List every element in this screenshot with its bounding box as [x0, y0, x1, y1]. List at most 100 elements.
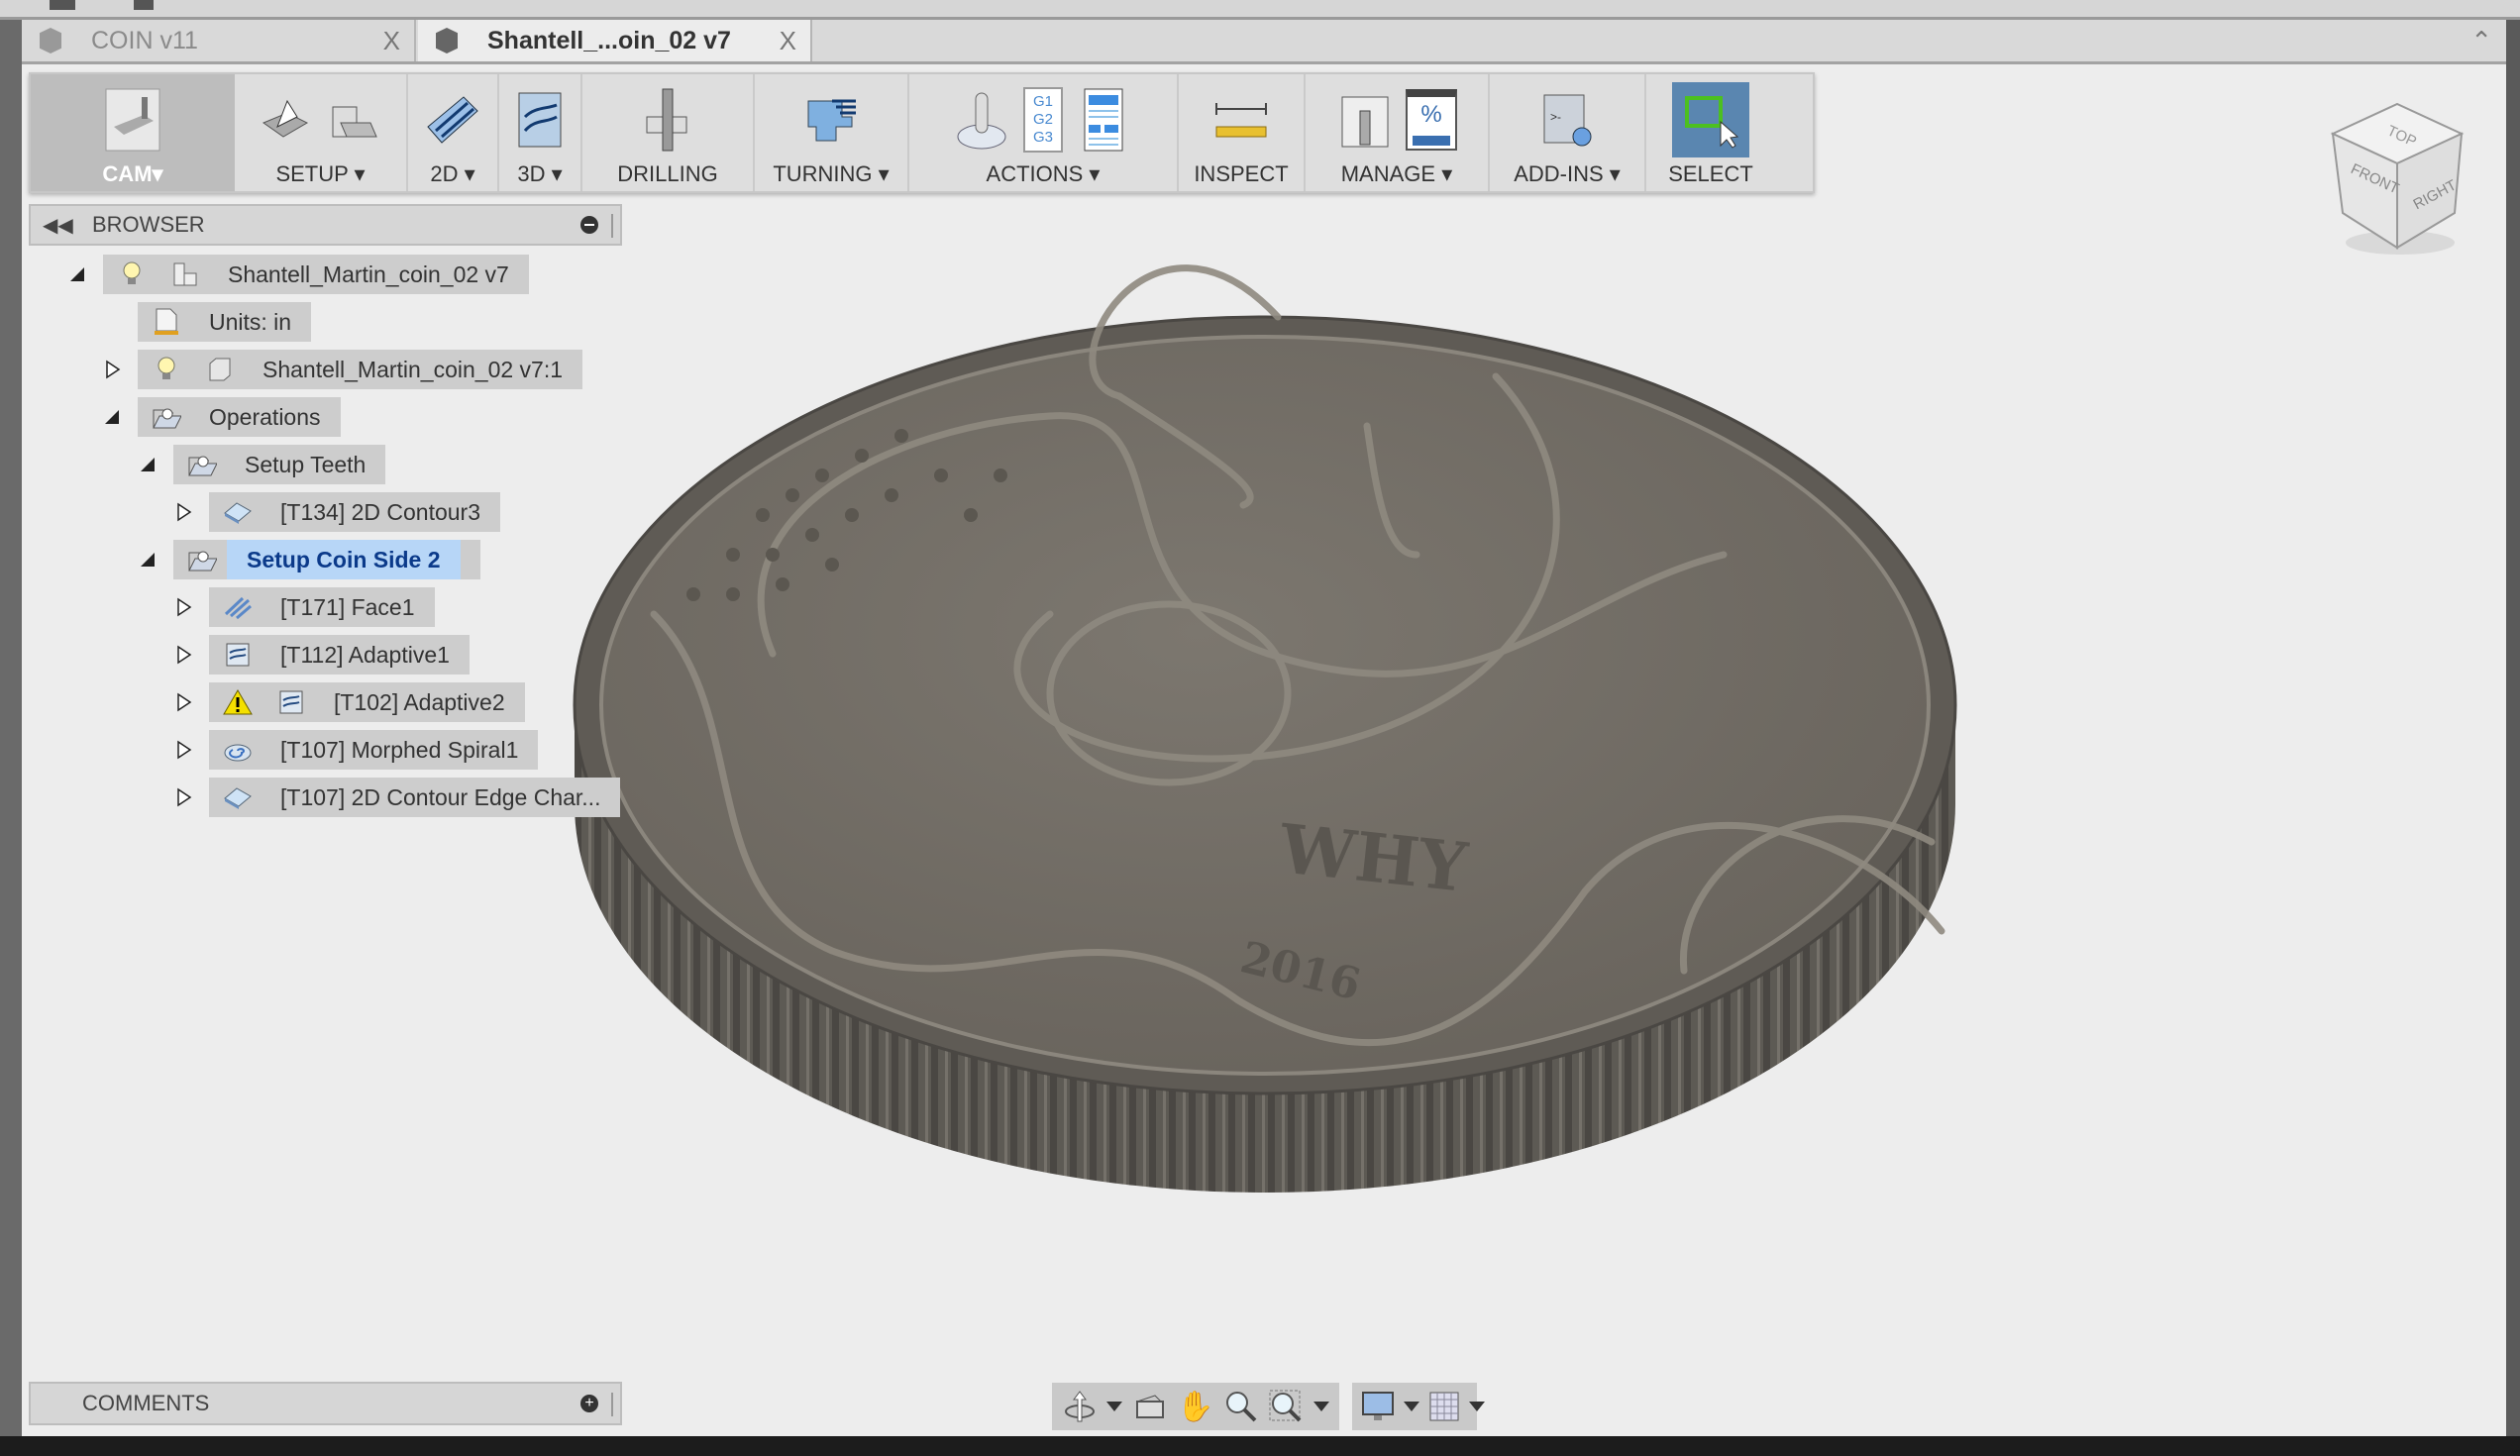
simulate-icon	[957, 92, 1006, 150]
browser-tree-item[interactable]: [T107] Morphed Spiral1	[177, 730, 539, 770]
add-ins-button[interactable]: >- ADD-INS ▾	[1490, 74, 1646, 191]
2d-button[interactable]: 2D ▾	[408, 74, 499, 191]
add-comment-icon[interactable]: +	[580, 1395, 598, 1412]
body-icon	[205, 355, 235, 384]
post-process-icon: G1 G2 G3	[1023, 87, 1063, 153]
manage-button[interactable]: % MANAGE ▾	[1306, 74, 1490, 191]
close-tab-icon[interactable]: X	[383, 26, 400, 56]
collapse-browser-icon[interactable]: ◀◀	[43, 213, 82, 238]
units-document-icon	[152, 307, 181, 337]
tree-item-pill[interactable]: [T171] Face1	[209, 587, 435, 627]
grid-icon[interactable]	[1429, 1388, 1459, 1425]
setup-sheet-icon	[1084, 88, 1123, 152]
tree-item-pill[interactable]: [T134] 2D Contour3	[209, 492, 501, 532]
setup-folder-icon	[332, 106, 377, 138]
desktop-background	[0, 1436, 2520, 1456]
contour-icon	[223, 782, 253, 812]
tab-label: Shantell_...oin_02 v7	[487, 26, 731, 54]
tree-item-pill[interactable]: Shantell_Martin_coin_02 v7	[103, 255, 529, 294]
collapsed-triangle-icon[interactable]	[173, 502, 193, 522]
collapsed-triangle-icon[interactable]	[173, 787, 193, 807]
component-icon	[170, 260, 200, 289]
setup-folder-icon	[187, 450, 217, 479]
toolbar-label: ACTIONS ▾	[986, 161, 1101, 186]
turning-icon	[807, 99, 856, 142]
browser-tree-item[interactable]: Setup Teeth	[141, 445, 386, 484]
tree-item-pill[interactable]: Units: in	[138, 302, 312, 342]
setup-button[interactable]: SETUP ▾	[235, 74, 408, 191]
grid-dropdown-icon[interactable]	[1469, 1402, 1485, 1411]
svg-text:>-: >-	[1550, 110, 1561, 124]
tab-coin-v11[interactable]: COIN v11 X	[22, 20, 416, 61]
display-dropdown-icon[interactable]	[1404, 1402, 1419, 1411]
tree-item-pill[interactable]: [T107] Morphed Spiral1	[209, 730, 539, 770]
visibility-bulb-icon[interactable]	[121, 260, 143, 288]
collapsed-triangle-icon[interactable]	[173, 597, 193, 617]
zoom-icon[interactable]	[1224, 1388, 1259, 1425]
close-tab-icon[interactable]: X	[780, 26, 796, 56]
browser-tree-item[interactable]: [T134] 2D Contour3	[177, 492, 501, 532]
browser-tree-item[interactable]: Shantell_Martin_coin_02 v7	[70, 255, 529, 294]
tree-item-pill[interactable]: Setup Teeth	[173, 445, 386, 484]
panel-resize-handle[interactable]	[611, 1393, 614, 1416]
orbit-icon[interactable]	[1062, 1388, 1097, 1425]
expanded-triangle-icon[interactable]	[138, 550, 158, 570]
collapsed-triangle-icon[interactable]	[173, 740, 193, 760]
expanded-triangle-icon[interactable]	[138, 455, 158, 474]
orbit-dropdown-icon[interactable]	[1106, 1402, 1123, 1411]
tree-item-label: [T107] 2D Contour Edge Char...	[280, 783, 601, 810]
browser-tree-item[interactable]: [T171] Face1	[177, 587, 435, 627]
browser-tree-item[interactable]: Shantell_Martin_coin_02 v7:1	[106, 350, 583, 389]
drilling-button[interactable]: DRILLING	[582, 74, 755, 191]
tab-shantell-coin[interactable]: Shantell_...oin_02 v7 X	[418, 20, 812, 61]
face-icon	[223, 592, 253, 622]
browser-tree-item[interactable]: [T112] Adaptive1	[177, 635, 470, 675]
tree-item-label: Operations	[209, 403, 321, 430]
visibility-bulb-icon[interactable]	[156, 356, 177, 383]
browser-tree-item[interactable]: [T102] Adaptive2	[177, 682, 525, 722]
toolbar-label: 2D ▾	[430, 161, 475, 186]
3d-button[interactable]: 3D ▾	[499, 74, 582, 191]
view-cube[interactable]: TOP FRONT RIGHT	[2323, 94, 2471, 262]
comments-panel-header: COMMENTS +	[29, 1382, 622, 1425]
tree-item-pill[interactable]: [T107] 2D Contour Edge Char...	[209, 778, 621, 817]
tree-item-pill[interactable]: Setup Coin Side 2	[173, 540, 480, 579]
cam-workspace-icon	[105, 88, 160, 152]
zoom-dropdown-icon[interactable]	[1312, 1402, 1329, 1411]
tree-item-pill[interactable]: Operations	[138, 397, 341, 437]
fit-window-icon[interactable]	[1269, 1388, 1304, 1425]
chevron-up-icon[interactable]: ⌃	[2470, 26, 2492, 56]
toolbar-label: TURNING ▾	[773, 161, 890, 186]
inspect-button[interactable]: INSPECT	[1179, 74, 1306, 191]
select-button[interactable]: SELECT	[1646, 74, 1775, 191]
cam-workspace-button[interactable]: CAM▾	[31, 74, 235, 191]
tree-item-pill[interactable]: [T102] Adaptive2	[209, 682, 525, 722]
turning-button[interactable]: TURNING ▾	[755, 74, 909, 191]
comments-title: COMMENTS	[82, 1391, 210, 1415]
collapsed-triangle-icon[interactable]	[173, 692, 193, 712]
window-edge	[2506, 20, 2520, 1456]
expanded-triangle-icon[interactable]	[67, 264, 87, 284]
pan-hand-icon[interactable]: ✋	[1177, 1388, 1213, 1425]
tree-item-label: Setup Coin Side 2	[227, 540, 461, 579]
collapsed-triangle-icon[interactable]	[102, 360, 122, 379]
look-at-icon[interactable]	[1132, 1388, 1167, 1425]
browser-tree-item[interactable]: [T107] 2D Contour Edge Char...	[177, 778, 621, 817]
minimize-panel-icon[interactable]	[580, 216, 598, 234]
apps-grid-icon[interactable]	[50, 0, 75, 10]
cam-toolbar: CAM▾ SETUP ▾ 2D ▾ 3D ▾ DRILLING TURNING …	[29, 72, 1815, 193]
expanded-triangle-icon[interactable]	[102, 407, 122, 427]
display-settings-icon[interactable]	[1362, 1388, 1394, 1425]
browser-tree-item[interactable]: Operations	[105, 397, 341, 437]
actions-button[interactable]: G1 G2 G3 ACTIONS ▾	[909, 74, 1179, 191]
browser-tree-item[interactable]: Units: in	[138, 302, 312, 342]
toolbar-label: 3D ▾	[517, 161, 563, 186]
tree-item-pill[interactable]: [T112] Adaptive1	[209, 635, 470, 675]
file-icon[interactable]	[134, 0, 154, 10]
browser-tree-item[interactable]: Setup Coin Side 2	[141, 540, 480, 579]
collapsed-triangle-icon[interactable]	[173, 645, 193, 665]
document-icon	[40, 28, 61, 53]
tree-item-pill[interactable]: Shantell_Martin_coin_02 v7:1	[138, 350, 583, 389]
panel-resize-handle[interactable]	[611, 214, 614, 238]
document-tab-bar: COIN v11 X Shantell_...oin_02 v7 X ⌃	[22, 20, 2506, 64]
